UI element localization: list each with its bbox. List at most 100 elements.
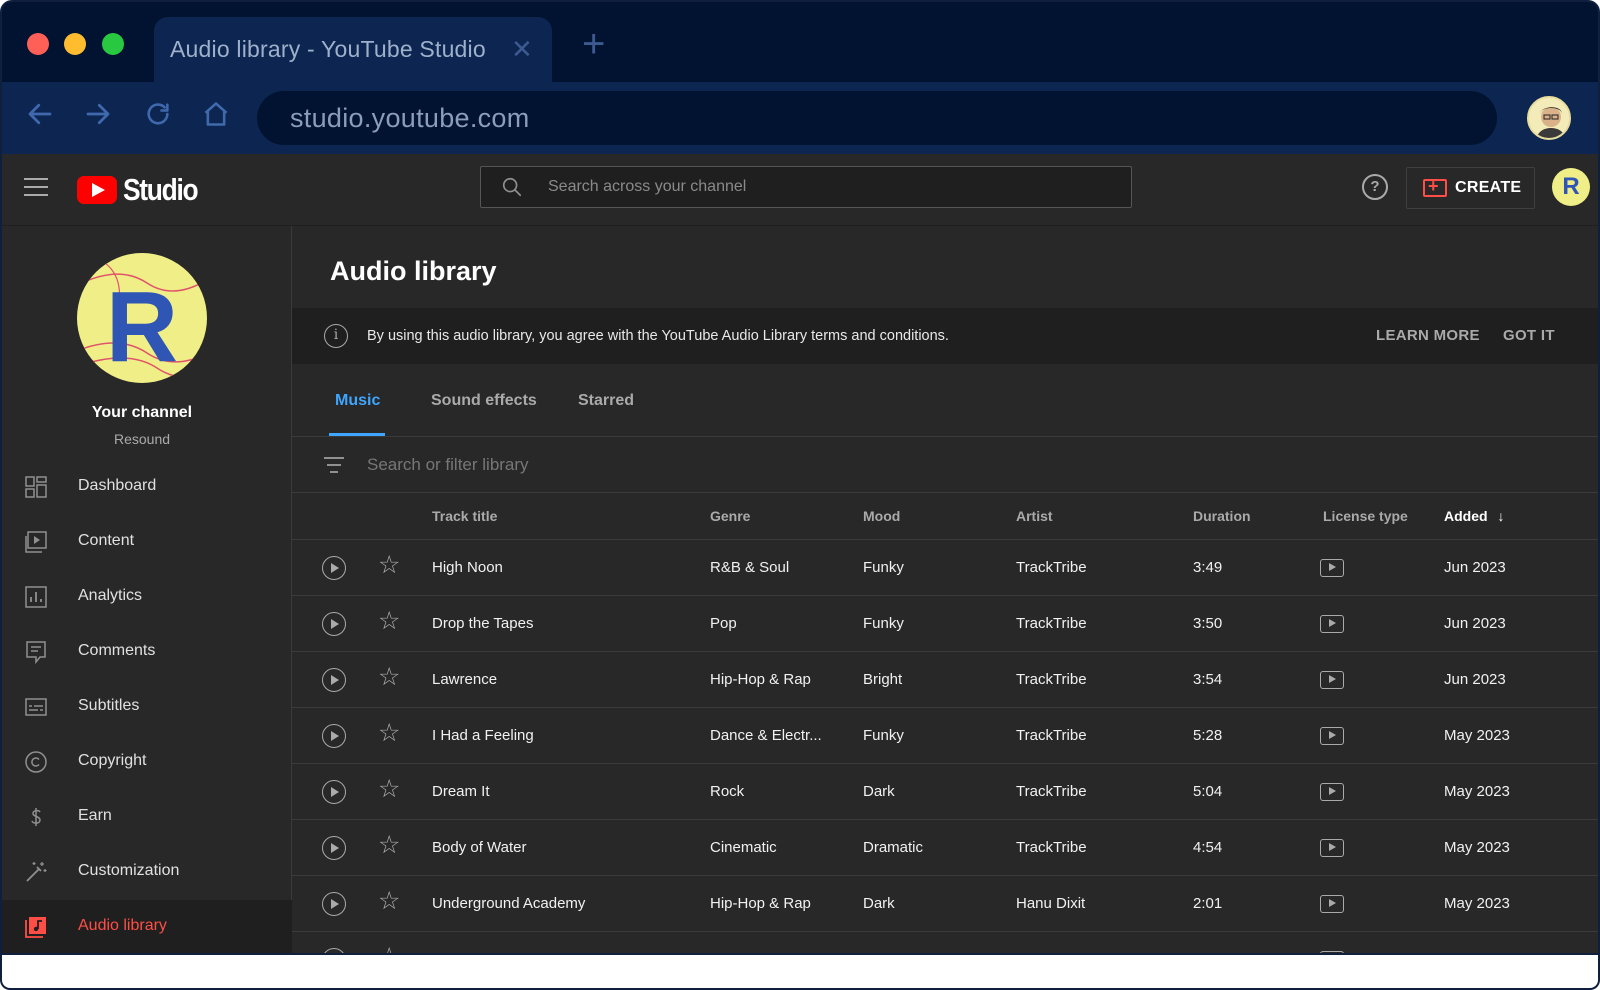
sidebar-item-analytics[interactable]: Analytics	[2, 570, 292, 626]
svg-text:R: R	[106, 271, 178, 383]
column-genre[interactable]: Genre	[710, 508, 750, 524]
earn-icon	[31, 808, 41, 826]
star-icon[interactable]: ☆	[378, 553, 400, 578]
play-icon[interactable]	[322, 724, 346, 748]
column-duration[interactable]: Duration	[1193, 508, 1251, 524]
play-icon[interactable]	[322, 948, 346, 953]
track-title: Body of Water	[432, 839, 527, 856]
track-title: Lawrence	[432, 671, 498, 688]
minimize-window-button[interactable]	[64, 33, 86, 55]
search-icon	[502, 177, 522, 197]
track-added: Jun 2023	[1444, 671, 1506, 688]
play-icon[interactable]	[322, 780, 346, 804]
column-artist[interactable]: Artist	[1016, 508, 1053, 524]
sidebar: R Your channel Resound Dashboard Content…	[2, 226, 292, 953]
channel-name: Resound	[113, 431, 171, 447]
reload-icon[interactable]	[140, 96, 176, 132]
sidebar-item-earn[interactable]: Earn	[2, 790, 292, 846]
star-icon[interactable]: ☆	[378, 721, 400, 746]
column-added[interactable]: Added ↓	[1444, 508, 1504, 524]
track-mood: Bright	[863, 671, 903, 688]
table-row[interactable]: ☆ I Had a Feeling Dance & Electr... Funky Tr…	[292, 708, 1598, 764]
star-icon[interactable]: ☆	[378, 945, 400, 954]
create-button[interactable]: CREATE	[1406, 167, 1535, 209]
youtube-license-icon	[1320, 727, 1344, 745]
sidebar-item-label: Comments	[78, 642, 156, 659]
table-row[interactable]: ☆ Lawrence Hip-Hop & Rap Bright TrackTribe 3:…	[292, 652, 1598, 708]
track-artist: Hanu Dixit	[1016, 895, 1086, 912]
play-icon[interactable]	[322, 892, 346, 916]
filter-placeholder: Search or filter library	[367, 455, 529, 474]
tab-music[interactable]: Music	[335, 392, 380, 410]
table-row[interactable]: ☆ Body of Water Cinematic Dramatic TrackTrib…	[292, 820, 1598, 876]
help-icon[interactable]: ?	[1362, 174, 1388, 200]
info-icon: i	[324, 324, 348, 348]
sidebar-item-dashboard[interactable]: Dashboard	[2, 460, 292, 516]
track-genre: R&B & Soul	[710, 559, 790, 576]
column-track-title[interactable]: Track title	[432, 508, 497, 524]
maximize-window-button[interactable]	[102, 33, 124, 55]
channel-search-input[interactable]: Search across your channel	[480, 166, 1132, 208]
star-icon[interactable]: ☆	[378, 665, 400, 690]
track-mood: Dramatic	[863, 839, 924, 856]
content-icon	[25, 531, 47, 553]
table-row[interactable]: ☆	[292, 932, 1598, 954]
sidebar-item-comments[interactable]: Comments	[2, 625, 292, 681]
url-bar[interactable]: studio.youtube.com	[257, 91, 1497, 145]
table-row[interactable]: ☆ Dream It Rock Dark TrackTribe 5:04 May 2023	[292, 764, 1598, 820]
close-tab-icon[interactable]: ✕	[511, 34, 533, 65]
learn-more-button[interactable]: LEARN MORE	[1376, 327, 1480, 344]
table-row[interactable]: ☆ High Noon R&B & Soul Funky TrackTribe 3:49 J…	[292, 540, 1598, 596]
table-row[interactable]: ☆ Underground Academy Hip-Hop & Rap Dark Han…	[292, 876, 1598, 932]
track-title: I Had a Feeling	[432, 727, 534, 744]
track-artist: TrackTribe	[1016, 727, 1087, 744]
channel-title: Your channel	[91, 404, 193, 421]
play-icon[interactable]	[322, 556, 346, 580]
library-filter[interactable]: Search or filter library	[292, 437, 1598, 493]
play-icon[interactable]	[322, 668, 346, 692]
account-avatar[interactable]: R	[1552, 168, 1590, 206]
sidebar-item-customization[interactable]: Customization	[2, 845, 292, 901]
star-icon[interactable]: ☆	[378, 889, 400, 914]
table-row[interactable]: ☆ Drop the Tapes Pop Funky TrackTribe 3:50 Jun…	[292, 596, 1598, 652]
sidebar-item-label: Dashboard	[78, 477, 157, 494]
track-artist: TrackTribe	[1016, 559, 1087, 576]
browser-profile-avatar[interactable]	[1527, 96, 1571, 140]
column-mood[interactable]: Mood	[863, 508, 900, 524]
channel-avatar[interactable]: R	[77, 253, 207, 383]
sidebar-item-content[interactable]: Content	[2, 515, 292, 571]
star-icon[interactable]: ☆	[378, 777, 400, 802]
back-arrow-icon[interactable]	[22, 96, 58, 132]
track-duration: 2:01	[1193, 895, 1223, 912]
filter-icon[interactable]	[324, 457, 344, 478]
close-window-button[interactable]	[27, 33, 49, 55]
browser-tab[interactable]: Audio library - YouTube Studio ✕	[154, 17, 552, 83]
column-license-type[interactable]: License type	[1323, 508, 1408, 524]
forward-arrow-icon[interactable]	[80, 96, 116, 132]
track-genre: Dance & Electr...	[710, 727, 822, 744]
home-icon[interactable]	[198, 96, 234, 132]
sidebar-item-subtitles[interactable]: Subtitles	[2, 680, 292, 736]
youtube-license-icon	[1320, 783, 1344, 801]
track-title: Underground Academy	[432, 895, 586, 912]
sidebar-item-label: Copyright	[78, 752, 147, 769]
tab-starred[interactable]: Starred	[578, 392, 634, 410]
browser-tabbar: Audio library - YouTube Studio ✕ +	[2, 2, 1598, 83]
track-duration: 5:04	[1193, 783, 1223, 800]
got-it-button[interactable]: GOT IT	[1503, 327, 1555, 344]
browser-window: Audio library - YouTube Studio ✕ + studi…	[0, 0, 1600, 955]
url-text: studio.youtube.com	[290, 103, 530, 133]
star-icon[interactable]: ☆	[378, 609, 400, 634]
sidebar-item-copyright[interactable]: Copyright	[2, 735, 292, 791]
play-icon[interactable]	[322, 612, 346, 636]
new-tab-icon[interactable]: +	[582, 22, 605, 67]
studio-header: Studio Search across your channel ? CREA…	[2, 154, 1598, 226]
play-icon[interactable]	[322, 836, 346, 860]
create-label: CREATE	[1455, 179, 1522, 196]
star-icon[interactable]: ☆	[378, 833, 400, 858]
track-genre: Hip-Hop & Rap	[710, 895, 811, 912]
sidebar-item-audio-library[interactable]: Audio library	[2, 900, 292, 953]
track-mood: Dark	[863, 783, 895, 800]
menu-icon[interactable]	[24, 178, 48, 202]
tab-sound-effects[interactable]: Sound effects	[431, 392, 537, 410]
